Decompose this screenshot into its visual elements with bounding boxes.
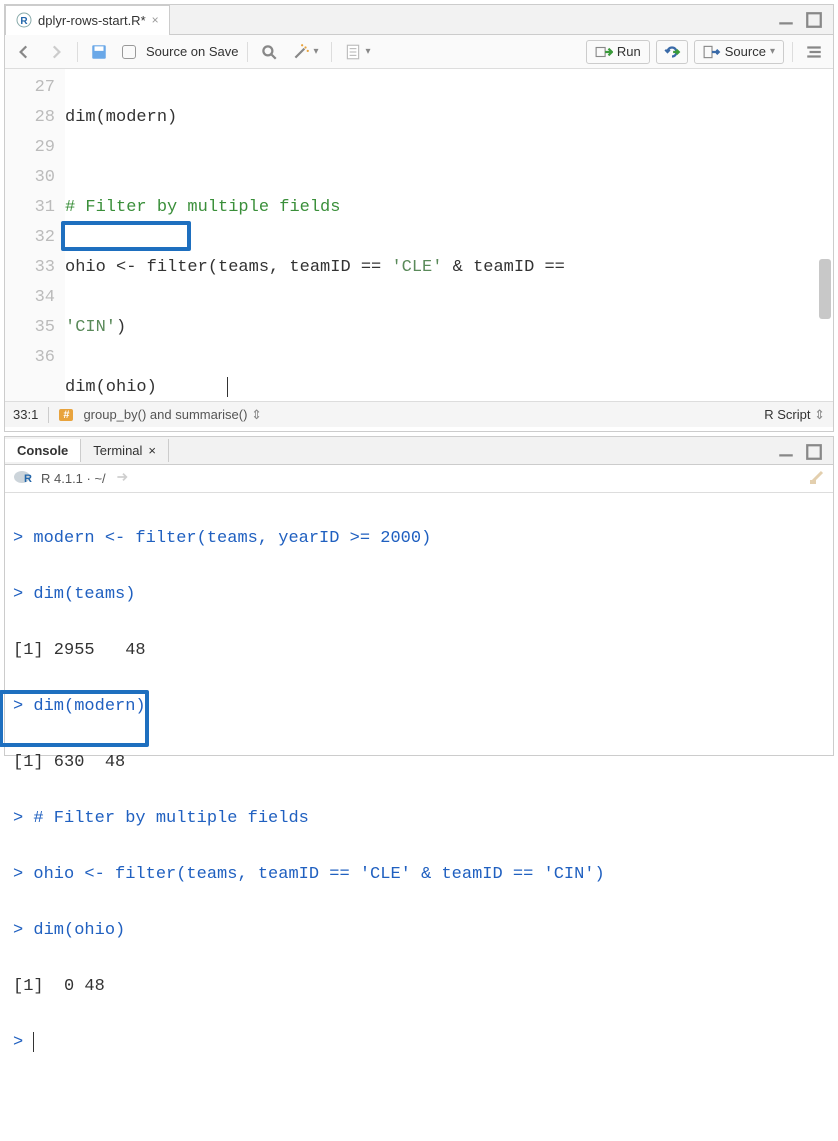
- source-tabstrip: R dplyr-rows-start.R* ×: [5, 5, 833, 35]
- code-line: dim(ohio): [65, 373, 833, 401]
- console-line: > dim(modern): [13, 693, 825, 721]
- console-line: [1] 2955 48: [13, 637, 825, 665]
- svg-text:R: R: [20, 16, 28, 27]
- code-body[interactable]: dim(modern) # Filter by multiple fields …: [65, 69, 833, 401]
- code-editor[interactable]: 27 28 29 30 31 32 33▾ 34 35 36 dim(moder…: [5, 69, 833, 401]
- section-badge-icon: #: [59, 409, 73, 421]
- minimize-console-icon[interactable]: [773, 441, 799, 463]
- maximize-pane-icon[interactable]: [801, 9, 827, 31]
- svg-text:R: R: [24, 473, 32, 485]
- code-line: 'CIN'): [65, 313, 833, 343]
- console-caret: [33, 1032, 34, 1052]
- popout-icon[interactable]: [114, 468, 132, 489]
- find-button[interactable]: [256, 41, 282, 63]
- close-terminal-icon[interactable]: ×: [148, 443, 156, 458]
- forward-button[interactable]: [43, 41, 69, 63]
- console-line: > # Filter by multiple fields: [13, 805, 825, 833]
- source-on-save-label: Source on Save: [146, 44, 239, 59]
- source-toolbar: Source on Save ▾ ▾ Run Source ▾: [5, 35, 833, 69]
- code-line: dim(modern): [65, 103, 833, 133]
- minimize-pane-icon[interactable]: [773, 9, 799, 31]
- r-logo-icon: R: [13, 469, 33, 488]
- console-line: > dim(teams): [13, 581, 825, 609]
- file-tab-label: dplyr-rows-start.R*: [38, 13, 146, 28]
- section-indicator[interactable]: group_by() and summarise() ⇕: [83, 407, 262, 423]
- tab-terminal[interactable]: Terminal×: [81, 439, 169, 462]
- console-line: > dim(ohio): [13, 917, 825, 945]
- text-caret: [227, 377, 228, 397]
- source-on-save-checkbox[interactable]: [118, 43, 140, 61]
- console-output[interactable]: > modern <- filter(teams, yearID >= 2000…: [5, 493, 833, 763]
- console-pane: Console Terminal× R R 4.1.1 · ~/ > moder…: [4, 436, 834, 756]
- console-line: [1] 0 48: [13, 973, 825, 1001]
- console-line: > ohio <- filter(teams, teamID == 'CLE' …: [13, 861, 825, 889]
- code-line: ohio <- filter(teams, teamID == 'CLE' & …: [65, 253, 833, 283]
- rerun-button[interactable]: [656, 40, 688, 64]
- back-button[interactable]: [11, 41, 37, 63]
- console-line: > modern <- filter(teams, yearID >= 2000…: [13, 525, 825, 553]
- maximize-console-icon[interactable]: [801, 441, 827, 463]
- save-button[interactable]: [86, 41, 112, 63]
- source-pane: R dplyr-rows-start.R* × Source on Save ▾…: [4, 4, 834, 432]
- language-mode[interactable]: R Script ⇕: [764, 407, 825, 423]
- outline-button[interactable]: [801, 41, 827, 63]
- file-tab[interactable]: R dplyr-rows-start.R* ×: [5, 5, 170, 35]
- pane-window-controls: [773, 9, 827, 31]
- console-prompt: >: [13, 1029, 825, 1057]
- line-gutter: 27 28 29 30 31 32 33▾ 34 35 36: [5, 69, 65, 401]
- close-tab-icon[interactable]: ×: [152, 13, 159, 27]
- scrollbar-thumb[interactable]: [819, 259, 831, 319]
- source-status-bar: 33:1 # group_by() and summarise() ⇕ R Sc…: [5, 401, 833, 427]
- editor-highlight-box: [61, 221, 191, 251]
- tab-console[interactable]: Console: [5, 439, 81, 462]
- code-line: # Filter by multiple fields: [65, 193, 833, 223]
- console-line: [1] 630 48: [13, 749, 825, 777]
- source-button[interactable]: Source ▾: [694, 40, 784, 64]
- r-file-icon: R: [16, 12, 32, 28]
- console-info-bar: R R 4.1.1 · ~/: [5, 465, 833, 493]
- run-label: Run: [617, 44, 641, 59]
- console-tabstrip: Console Terminal×: [5, 437, 833, 465]
- notebook-button[interactable]: ▾: [340, 41, 375, 63]
- r-version-label: R 4.1.1 · ~/: [41, 471, 106, 486]
- wand-button[interactable]: ▾: [288, 41, 323, 63]
- source-label: Source: [725, 44, 766, 59]
- clear-console-icon[interactable]: [809, 469, 825, 488]
- cursor-position: 33:1: [13, 407, 38, 422]
- run-button[interactable]: Run: [586, 40, 650, 64]
